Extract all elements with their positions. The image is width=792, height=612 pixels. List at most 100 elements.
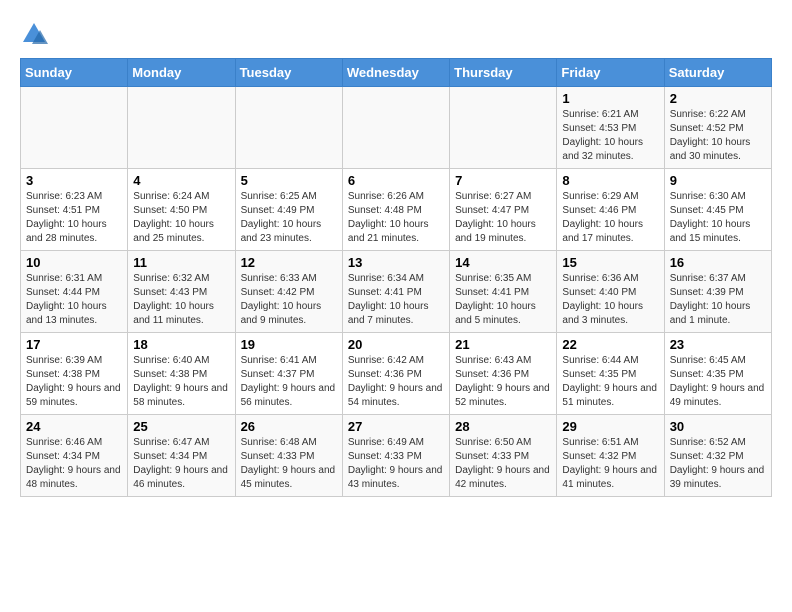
day-number: 3 — [26, 173, 122, 188]
day-number: 1 — [562, 91, 658, 106]
day-cell — [342, 87, 449, 169]
day-detail: Sunrise: 6:45 AM Sunset: 4:35 PM Dayligh… — [670, 354, 766, 410]
day-detail: Sunrise: 6:44 AM Sunset: 4:35 PM Dayligh… — [562, 354, 658, 410]
day-number: 24 — [26, 419, 122, 434]
week-row-1: 1 Sunrise: 6:21 AM Sunset: 4:53 PM Daylig… — [21, 87, 772, 169]
day-cell: 20Sunrise: 6:42 AM Sunset: 4:36 PM Dayli… — [342, 333, 449, 415]
day-detail: Sunrise: 6:22 AM Sunset: 4:52 PM Dayligh… — [670, 108, 766, 164]
day-cell: 24 Sunrise: 6:46 AM Sunset: 4:34 PM Dayli… — [21, 415, 128, 497]
day-cell — [128, 87, 235, 169]
day-detail: Sunrise: 6:35 AM Sunset: 4:41 PM Dayligh… — [455, 272, 551, 328]
header-sunday: Sunday — [21, 59, 128, 87]
header-thursday: Thursday — [450, 59, 557, 87]
header-friday: Friday — [557, 59, 664, 87]
header-row: SundayMondayTuesdayWednesdayThursdayFrid… — [21, 59, 772, 87]
day-cell: 11 Sunrise: 6:32 AM Sunset: 4:43 PM Dayli… — [128, 251, 235, 333]
day-cell: 30Sunrise: 6:52 AM Sunset: 4:32 PM Dayli… — [664, 415, 771, 497]
day-detail: Sunrise: 6:21 AM Sunset: 4:53 PM Dayligh… — [562, 108, 658, 164]
day-detail: Sunrise: 6:33 AM Sunset: 4:42 PM Dayligh… — [241, 272, 337, 328]
day-number: 4 — [133, 173, 229, 188]
day-number: 15 — [562, 255, 658, 270]
day-detail: Sunrise: 6:52 AM Sunset: 4:32 PM Dayligh… — [670, 436, 766, 492]
day-detail: Sunrise: 6:41 AM Sunset: 4:37 PM Dayligh… — [241, 354, 337, 410]
day-cell: 26 Sunrise: 6:48 AM Sunset: 4:33 PM Dayli… — [235, 415, 342, 497]
day-detail: Sunrise: 6:37 AM Sunset: 4:39 PM Dayligh… — [670, 272, 766, 328]
day-cell: 19 Sunrise: 6:41 AM Sunset: 4:37 PM Dayli… — [235, 333, 342, 415]
day-cell — [21, 87, 128, 169]
day-cell: 17 Sunrise: 6:39 AM Sunset: 4:38 PM Dayli… — [21, 333, 128, 415]
day-detail: Sunrise: 6:30 AM Sunset: 4:45 PM Dayligh… — [670, 190, 766, 246]
day-number: 21 — [455, 337, 551, 352]
day-cell: 7 Sunrise: 6:27 AM Sunset: 4:47 PM Daylig… — [450, 169, 557, 251]
day-number: 9 — [670, 173, 766, 188]
day-detail: Sunrise: 6:48 AM Sunset: 4:33 PM Dayligh… — [241, 436, 337, 492]
day-detail: Sunrise: 6:23 AM Sunset: 4:51 PM Dayligh… — [26, 190, 122, 246]
day-number: 27 — [348, 419, 444, 434]
day-number: 6 — [348, 173, 444, 188]
day-number: 19 — [241, 337, 337, 352]
day-cell: 9 Sunrise: 6:30 AM Sunset: 4:45 PM Daylig… — [664, 169, 771, 251]
day-detail: Sunrise: 6:40 AM Sunset: 4:38 PM Dayligh… — [133, 354, 229, 410]
day-cell: 16 Sunrise: 6:37 AM Sunset: 4:39 PM Dayli… — [664, 251, 771, 333]
day-cell — [450, 87, 557, 169]
day-cell: 6 Sunrise: 6:26 AM Sunset: 4:48 PM Daylig… — [342, 169, 449, 251]
day-detail: Sunrise: 6:47 AM Sunset: 4:34 PM Dayligh… — [133, 436, 229, 492]
day-detail: Sunrise: 6:46 AM Sunset: 4:34 PM Dayligh… — [26, 436, 122, 492]
day-number: 23 — [670, 337, 766, 352]
day-cell: 23 Sunrise: 6:45 AM Sunset: 4:35 PM Dayli… — [664, 333, 771, 415]
day-number: 29 — [562, 419, 658, 434]
day-detail: Sunrise: 6:25 AM Sunset: 4:49 PM Dayligh… — [241, 190, 337, 246]
day-detail: Sunrise: 6:32 AM Sunset: 4:43 PM Dayligh… — [133, 272, 229, 328]
day-cell: 14 Sunrise: 6:35 AM Sunset: 4:41 PM Dayli… — [450, 251, 557, 333]
day-detail: Sunrise: 6:36 AM Sunset: 4:40 PM Dayligh… — [562, 272, 658, 328]
week-row-3: 10 Sunrise: 6:31 AM Sunset: 4:44 PM Dayli… — [21, 251, 772, 333]
day-cell: 12 Sunrise: 6:33 AM Sunset: 4:42 PM Dayli… — [235, 251, 342, 333]
week-row-5: 24 Sunrise: 6:46 AM Sunset: 4:34 PM Dayli… — [21, 415, 772, 497]
day-number: 5 — [241, 173, 337, 188]
day-cell: 21 Sunrise: 6:43 AM Sunset: 4:36 PM Dayli… — [450, 333, 557, 415]
day-cell: 18 Sunrise: 6:40 AM Sunset: 4:38 PM Dayli… — [128, 333, 235, 415]
day-cell: 27 Sunrise: 6:49 AM Sunset: 4:33 PM Dayli… — [342, 415, 449, 497]
header-monday: Monday — [128, 59, 235, 87]
calendar-table: SundayMondayTuesdayWednesdayThursdayFrid… — [20, 58, 772, 497]
day-number: 28 — [455, 419, 551, 434]
day-cell: 8Sunrise: 6:29 AM Sunset: 4:46 PM Daylig… — [557, 169, 664, 251]
day-cell: 28 Sunrise: 6:50 AM Sunset: 4:33 PM Dayli… — [450, 415, 557, 497]
day-cell: 13Sunrise: 6:34 AM Sunset: 4:41 PM Dayli… — [342, 251, 449, 333]
day-detail: Sunrise: 6:43 AM Sunset: 4:36 PM Dayligh… — [455, 354, 551, 410]
day-number: 14 — [455, 255, 551, 270]
day-number: 25 — [133, 419, 229, 434]
day-cell: 4 Sunrise: 6:24 AM Sunset: 4:50 PM Daylig… — [128, 169, 235, 251]
day-detail: Sunrise: 6:34 AM Sunset: 4:41 PM Dayligh… — [348, 272, 444, 328]
day-number: 11 — [133, 255, 229, 270]
week-row-2: 3 Sunrise: 6:23 AM Sunset: 4:51 PM Daylig… — [21, 169, 772, 251]
day-detail: Sunrise: 6:24 AM Sunset: 4:50 PM Dayligh… — [133, 190, 229, 246]
day-number: 26 — [241, 419, 337, 434]
logo-icon — [20, 20, 48, 48]
day-number: 10 — [26, 255, 122, 270]
day-number: 18 — [133, 337, 229, 352]
day-detail: Sunrise: 6:29 AM Sunset: 4:46 PM Dayligh… — [562, 190, 658, 246]
header-saturday: Saturday — [664, 59, 771, 87]
header-wednesday: Wednesday — [342, 59, 449, 87]
day-cell: 2 Sunrise: 6:22 AM Sunset: 4:52 PM Daylig… — [664, 87, 771, 169]
day-cell: 10 Sunrise: 6:31 AM Sunset: 4:44 PM Dayli… — [21, 251, 128, 333]
day-number: 12 — [241, 255, 337, 270]
day-detail: Sunrise: 6:51 AM Sunset: 4:32 PM Dayligh… — [562, 436, 658, 492]
day-cell: 25 Sunrise: 6:47 AM Sunset: 4:34 PM Dayli… — [128, 415, 235, 497]
day-detail: Sunrise: 6:27 AM Sunset: 4:47 PM Dayligh… — [455, 190, 551, 246]
day-cell: 22Sunrise: 6:44 AM Sunset: 4:35 PM Dayli… — [557, 333, 664, 415]
day-number: 17 — [26, 337, 122, 352]
day-cell: 15 Sunrise: 6:36 AM Sunset: 4:40 PM Dayli… — [557, 251, 664, 333]
week-row-4: 17 Sunrise: 6:39 AM Sunset: 4:38 PM Dayli… — [21, 333, 772, 415]
page-header — [20, 20, 772, 48]
day-number: 7 — [455, 173, 551, 188]
day-detail: Sunrise: 6:31 AM Sunset: 4:44 PM Dayligh… — [26, 272, 122, 328]
day-detail: Sunrise: 6:50 AM Sunset: 4:33 PM Dayligh… — [455, 436, 551, 492]
day-detail: Sunrise: 6:39 AM Sunset: 4:38 PM Dayligh… — [26, 354, 122, 410]
day-detail: Sunrise: 6:26 AM Sunset: 4:48 PM Dayligh… — [348, 190, 444, 246]
day-cell: 1 Sunrise: 6:21 AM Sunset: 4:53 PM Daylig… — [557, 87, 664, 169]
day-detail: Sunrise: 6:49 AM Sunset: 4:33 PM Dayligh… — [348, 436, 444, 492]
day-number: 16 — [670, 255, 766, 270]
day-number: 2 — [670, 91, 766, 106]
